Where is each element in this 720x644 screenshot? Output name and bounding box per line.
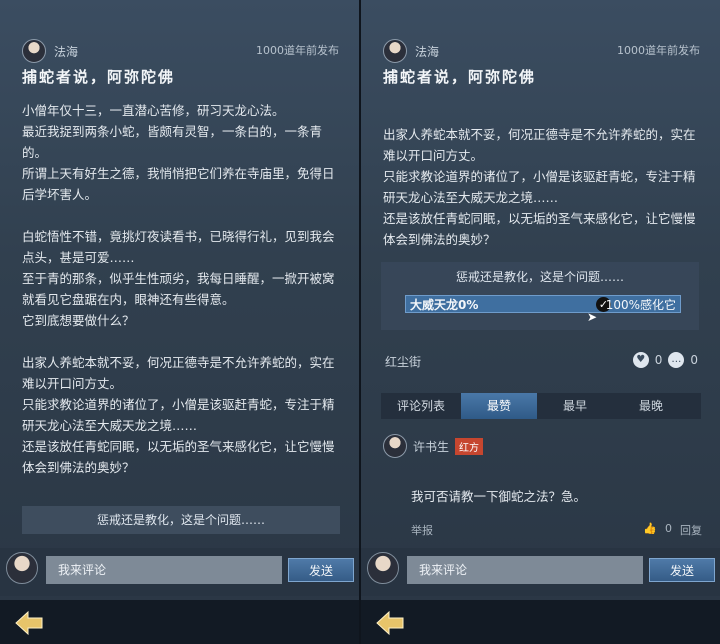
comment-like-count: 0 bbox=[665, 522, 672, 535]
comment-input[interactable] bbox=[46, 556, 282, 584]
post-title: 捕蛇者说，阿弥陀佛 bbox=[383, 68, 537, 86]
post-time: 1000道年前发布 bbox=[256, 44, 339, 57]
post-detail-panel-left: 法海 1000道年前发布 捕蛇者说，阿弥陀佛 小僧年仅十三，一直潜心苦修，研习天… bbox=[0, 0, 359, 644]
post-author-row: 法海 bbox=[22, 38, 78, 64]
location-label: 红尘街 bbox=[385, 355, 422, 369]
author-avatar[interactable] bbox=[383, 39, 407, 63]
comment-bubble-icon[interactable]: … bbox=[668, 352, 685, 368]
comment-bar: 发送 bbox=[361, 548, 720, 596]
poll-question: 惩戒还是教化，这是个问题…… bbox=[455, 270, 624, 284]
commenter-name[interactable]: 许书生 bbox=[413, 438, 449, 455]
send-button[interactable]: 发送 bbox=[649, 558, 715, 582]
author-name[interactable]: 法海 bbox=[54, 43, 78, 60]
back-arrow-icon[interactable] bbox=[375, 610, 405, 636]
comment-tabs: 评论列表 最赞 最早 最晚 bbox=[381, 393, 701, 419]
post-time: 1000道年前发布 bbox=[617, 44, 700, 57]
post-paragraph: 白蛇悟性不错，竟挑灯夜读看书，已晓得行礼，见到我会点头，甚是可爱…… bbox=[22, 229, 335, 265]
comment-input[interactable] bbox=[407, 556, 643, 584]
post-paragraph: 还是该放任青蛇同眠，以无垢的圣气来感化它，让它慢慢体会到佛法的奥妙？ bbox=[22, 439, 335, 475]
send-button[interactable]: 发送 bbox=[288, 558, 354, 582]
post-paragraph: 出家人养蛇本就不妥，何况正德寺是不允许养蛇的，实在难以开口问方丈。 bbox=[22, 355, 335, 391]
comment-bar: 发送 bbox=[0, 548, 359, 596]
comment-actions: 👍 0 回复 bbox=[643, 522, 702, 538]
post-detail-panel-right: 法海 1000道年前发布 捕蛇者说，阿弥陀佛 出家人养蛇本就不妥，何况正德寺是不… bbox=[361, 0, 720, 644]
comment-header: 许书生 红方 bbox=[383, 434, 484, 458]
user-avatar bbox=[6, 552, 38, 584]
post-paragraph: 最近我捉到两条小蛇，皆颇有灵智，一条白的，一条青的。 bbox=[22, 124, 323, 160]
reply-link[interactable]: 回复 bbox=[680, 522, 702, 538]
author-name[interactable]: 法海 bbox=[415, 43, 439, 60]
mouse-cursor-icon: ➤ bbox=[587, 310, 598, 324]
post-paragraph: 出家人养蛇本就不妥，何况正德寺是不允许养蛇的，实在难以开口问方丈。 bbox=[383, 127, 696, 163]
report-link[interactable]: 举报 bbox=[411, 522, 433, 538]
user-avatar bbox=[367, 552, 399, 584]
commenter-avatar[interactable] bbox=[383, 434, 407, 458]
post-paragraph: 所谓上天有好生之德，我悄悄把它们养在寺庙里，免得日后学坏害人。 bbox=[22, 166, 335, 202]
poll-option-left[interactable]: 大威天龙0% bbox=[410, 296, 478, 314]
like-count: 0 bbox=[654, 353, 663, 367]
tab-earliest[interactable]: 最早 bbox=[537, 393, 613, 419]
post-paragraph: 还是该放任青蛇同眠，以无垢的圣气来感化它，让它慢慢体会到佛法的奥妙？ bbox=[383, 211, 696, 247]
post-body: 小僧年仅十三，一直潜心苦修，研习天龙心法。 最近我捉到两条小蛇，皆颇有灵智，一条… bbox=[22, 100, 340, 478]
comment-count: 0 bbox=[690, 353, 698, 367]
poll-result-bar[interactable]: 大威天龙0% ✓ 100%感化它 bbox=[405, 295, 681, 313]
poll-option-right[interactable]: 100%感化它 bbox=[606, 296, 676, 314]
heart-icon[interactable]: ♥ bbox=[632, 352, 649, 368]
back-arrow-icon[interactable] bbox=[14, 610, 44, 636]
like-icon[interactable]: 👍 bbox=[643, 522, 657, 538]
post-paragraph: 只能求教论道界的诸位了，小僧是该驱赶青蛇，专注于精研天龙心法至大威天龙之境…… bbox=[383, 169, 696, 205]
poll-question: 惩戒还是教化，这是个问题…… bbox=[22, 506, 340, 534]
side-badge: 红方 bbox=[455, 437, 484, 455]
post-author-row: 法海 bbox=[383, 38, 439, 64]
footer bbox=[0, 600, 359, 644]
author-avatar[interactable] bbox=[22, 39, 46, 63]
comment-list-label: 评论列表 bbox=[396, 399, 445, 413]
post-stats: ♥ 0 … 0 bbox=[632, 352, 698, 368]
post-title: 捕蛇者说，阿弥陀佛 bbox=[22, 68, 176, 86]
footer bbox=[361, 600, 720, 644]
post-paragraph: 小僧年仅十三，一直潜心苦修，研习天龙心法。 bbox=[22, 103, 285, 118]
tab-most-liked[interactable]: 最赞 bbox=[461, 393, 537, 419]
post-body: 出家人养蛇本就不妥，何况正德寺是不允许养蛇的，实在难以开口问方丈。 只能求教论道… bbox=[383, 124, 701, 250]
comment-text: 我可否请教一下御蛇之法？急。 bbox=[411, 489, 587, 504]
post-paragraph: 只能求教论道界的诸位了，小僧是该驱赶青蛇，专注于精研天龙心法至大威天龙之境…… bbox=[22, 397, 335, 433]
tab-latest[interactable]: 最晚 bbox=[613, 393, 689, 419]
post-paragraph: 至于青的那条，似乎生性顽劣，我每日睡醒，一掀开被窝就看见它盘踞在内，眼神还有些得… bbox=[22, 271, 335, 307]
post-paragraph: 它到底想要做什么？ bbox=[22, 313, 135, 328]
poll-box: 惩戒还是教化，这是个问题…… 大威天龙0% ✓ 100%感化它 bbox=[381, 262, 699, 330]
